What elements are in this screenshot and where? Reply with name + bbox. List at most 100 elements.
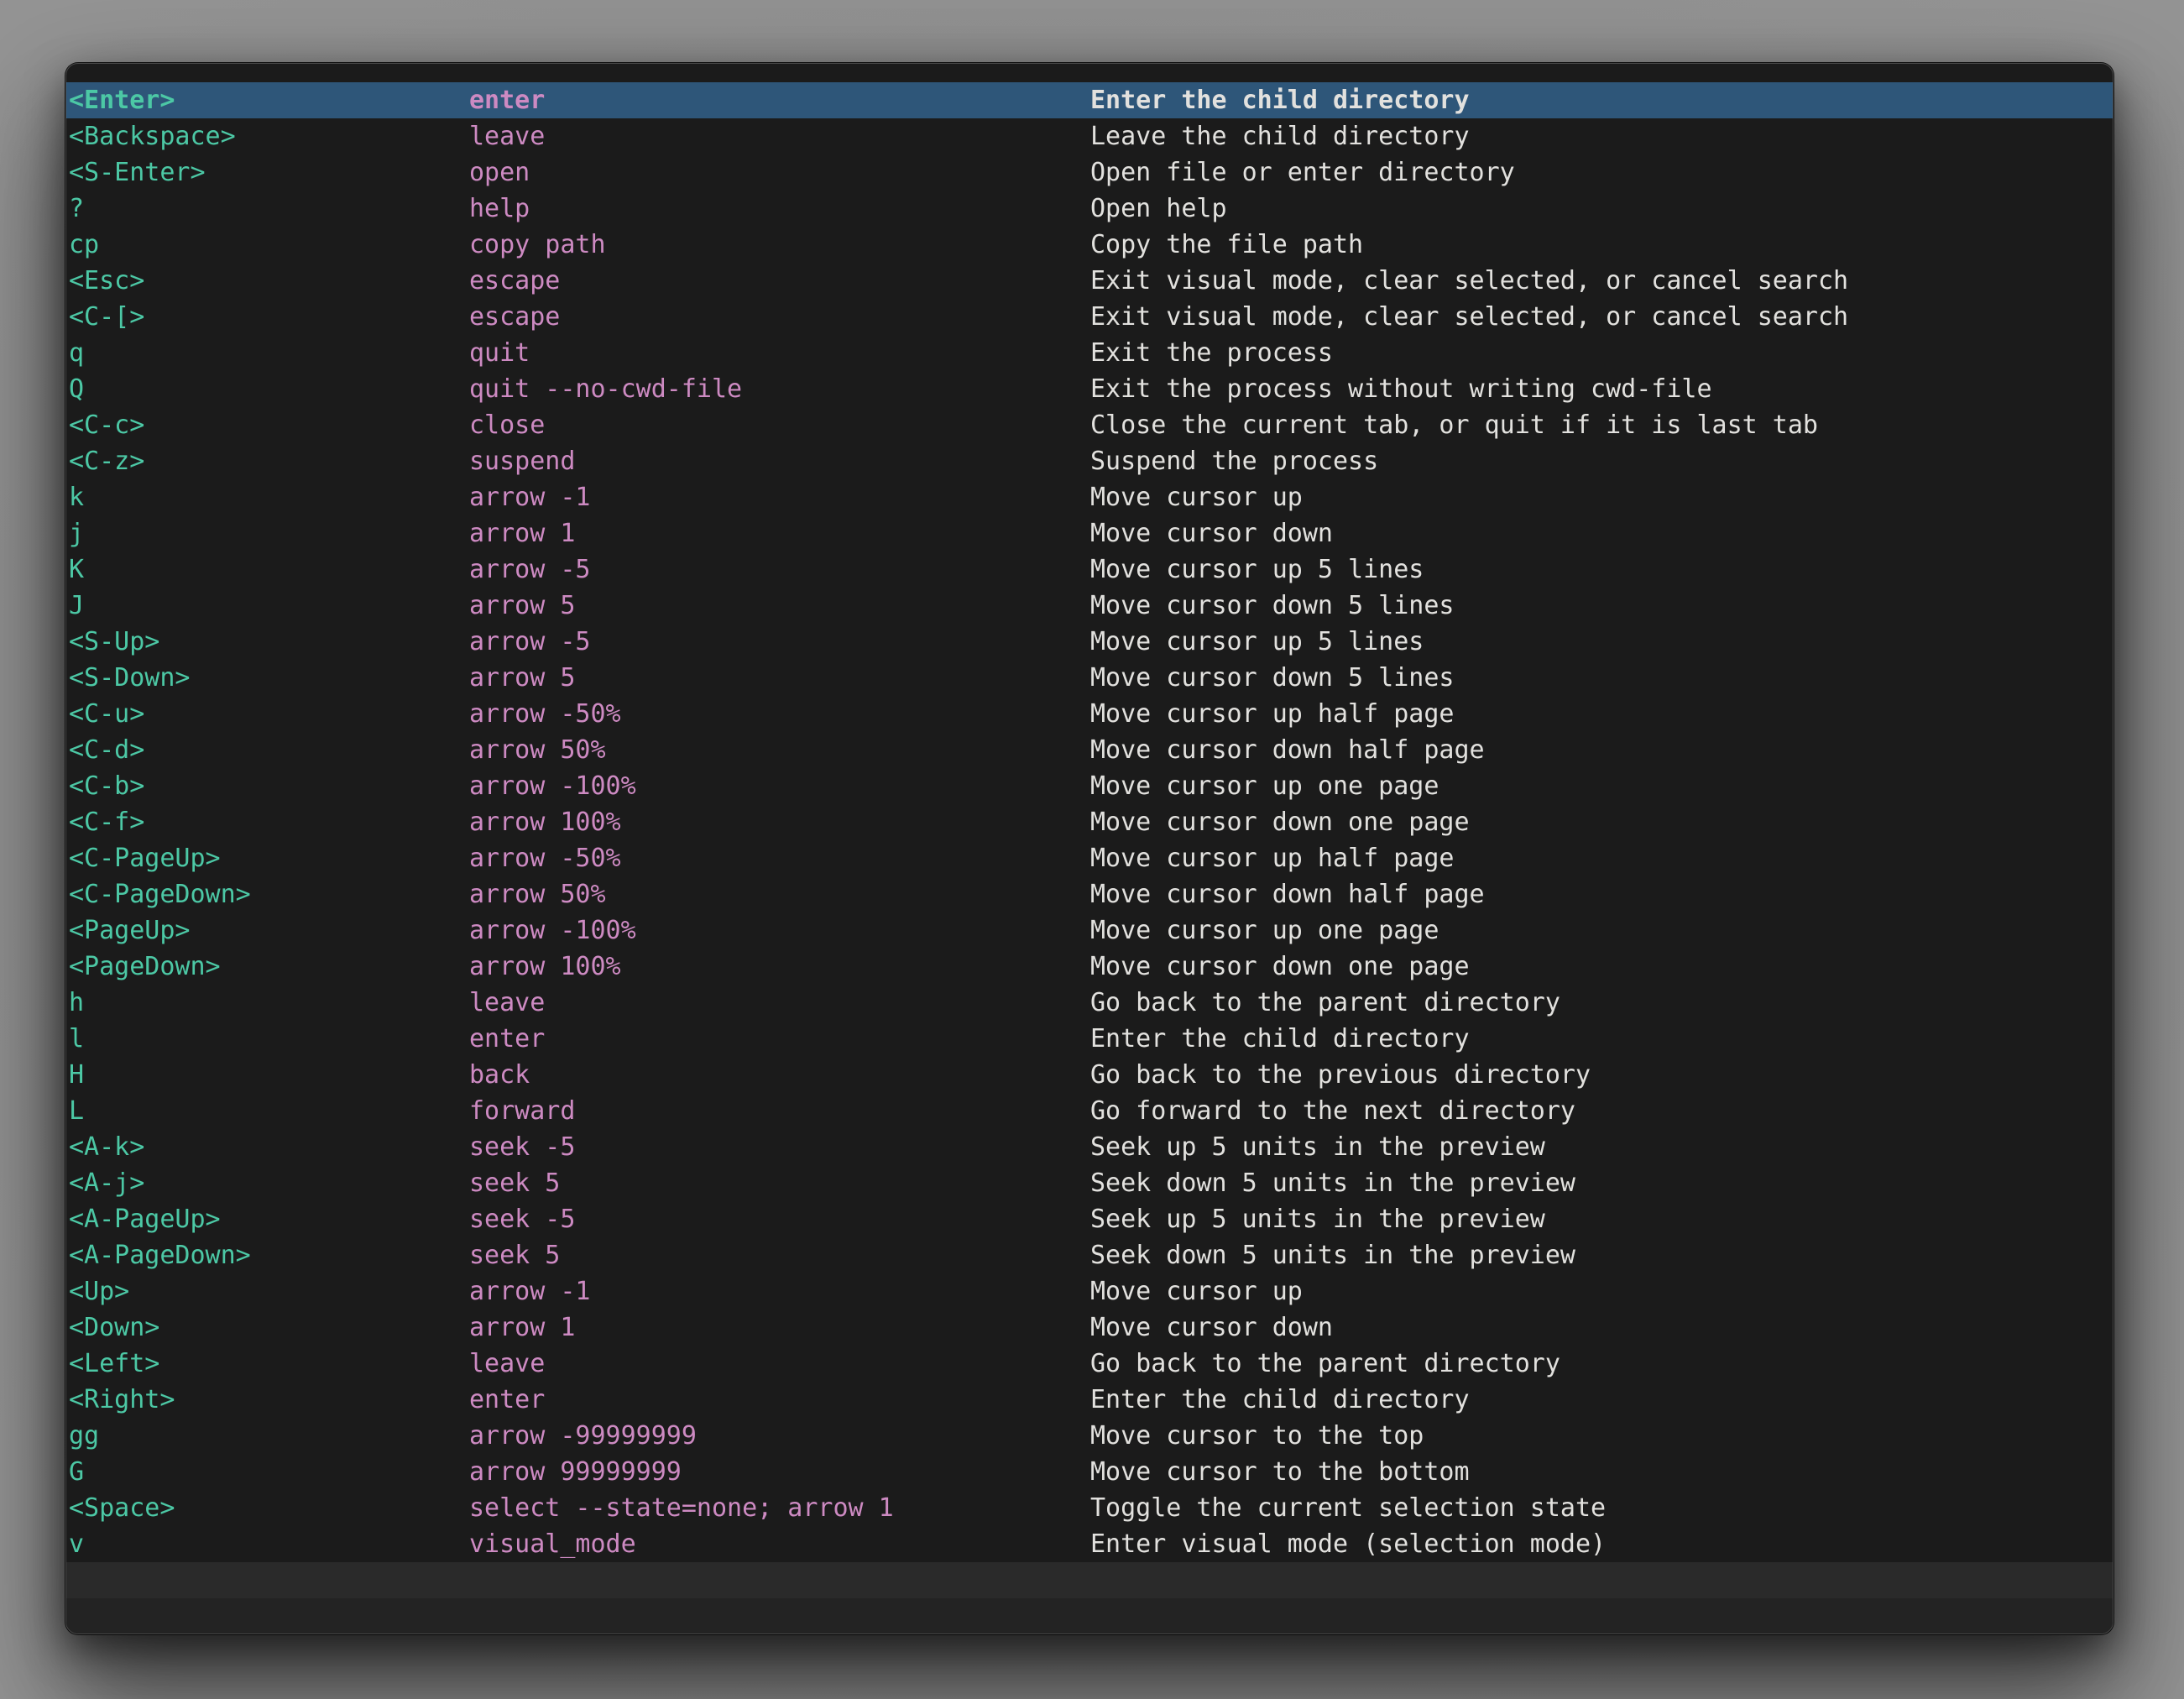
command-cell: enter xyxy=(469,1382,1090,1418)
keybinding-row[interactable]: <S-Up> arrow -5 Move cursor up 5 lines xyxy=(66,624,2113,660)
description-cell: Move cursor up half page xyxy=(1090,696,2109,732)
key-cell: L xyxy=(69,1093,469,1129)
key-cell: <Backspace> xyxy=(69,118,469,154)
keybinding-row[interactable]: k arrow -1 Move cursor up xyxy=(66,479,2113,515)
description-cell: Open file or enter directory xyxy=(1090,154,2109,191)
keybinding-row[interactable]: <Esc> escape Exit visual mode, clear sel… xyxy=(66,263,2113,299)
keybinding-row[interactable]: <Right> enter Enter the child directory xyxy=(66,1382,2113,1418)
window-bottom-padding xyxy=(66,1598,2113,1634)
keybinding-row[interactable]: K arrow -5 Move cursor up 5 lines xyxy=(66,552,2113,588)
keybinding-row[interactable]: <C-[> escape Exit visual mode, clear sel… xyxy=(66,299,2113,335)
keybinding-row[interactable]: <A-PageUp> seek -5 Seek up 5 units in th… xyxy=(66,1201,2113,1237)
keybinding-row[interactable]: J arrow 5 Move cursor down 5 lines xyxy=(66,588,2113,624)
keybinding-row[interactable]: j arrow 1 Move cursor down xyxy=(66,515,2113,552)
keybinding-row[interactable]: q quit Exit the process xyxy=(66,335,2113,371)
key-cell: v xyxy=(69,1526,469,1562)
description-cell: Move cursor down one page xyxy=(1090,949,2109,985)
key-cell: <C-c> xyxy=(69,407,469,443)
key-cell: K xyxy=(69,552,469,588)
description-cell: Seek down 5 units in the preview xyxy=(1090,1237,2109,1273)
keybinding-row[interactable]: <Down> arrow 1 Move cursor down xyxy=(66,1310,2113,1346)
keybinding-row[interactable]: <C-d> arrow 50% Move cursor down half pa… xyxy=(66,732,2113,768)
key-cell: H xyxy=(69,1057,469,1093)
key-cell: <C-[> xyxy=(69,299,469,335)
keybinding-row[interactable]: cp copy path Copy the file path xyxy=(66,227,2113,263)
key-cell: <C-PageUp> xyxy=(69,840,469,876)
keybinding-row[interactable]: <Up> arrow -1 Move cursor up xyxy=(66,1273,2113,1310)
key-cell: <Down> xyxy=(69,1310,469,1346)
keybinding-help-list: <Enter> enter Enter the child directory … xyxy=(66,82,2113,1562)
description-cell: Move cursor down xyxy=(1090,515,2109,552)
keybinding-row[interactable]: <C-z> suspend Suspend the process xyxy=(66,443,2113,479)
description-cell: Go back to the parent directory xyxy=(1090,985,2109,1021)
description-cell: Move cursor to the top xyxy=(1090,1418,2109,1454)
description-cell: Move cursor down 5 lines xyxy=(1090,588,2109,624)
description-cell: Suspend the process xyxy=(1090,443,2109,479)
command-cell: arrow -50% xyxy=(469,696,1090,732)
command-cell: copy path xyxy=(469,227,1090,263)
command-cell: seek 5 xyxy=(469,1237,1090,1273)
command-cell: select --state=none; arrow 1 xyxy=(469,1490,1090,1526)
key-cell: <C-u> xyxy=(69,696,469,732)
keybinding-row[interactable]: <Enter> enter Enter the child directory xyxy=(66,82,2113,118)
keybinding-row[interactable]: <A-j> seek 5 Seek down 5 units in the pr… xyxy=(66,1165,2113,1201)
keybinding-row[interactable]: <S-Enter> open Open file or enter direct… xyxy=(66,154,2113,191)
keybinding-row[interactable]: h leave Go back to the parent directory xyxy=(66,985,2113,1021)
keybinding-row[interactable]: <C-u> arrow -50% Move cursor up half pag… xyxy=(66,696,2113,732)
keybinding-row[interactable]: L forward Go forward to the next directo… xyxy=(66,1093,2113,1129)
keybinding-row[interactable]: H back Go back to the previous directory xyxy=(66,1057,2113,1093)
keybinding-row[interactable]: <S-Down> arrow 5 Move cursor down 5 line… xyxy=(66,660,2113,696)
description-cell: Move cursor up xyxy=(1090,479,2109,515)
key-cell: <Up> xyxy=(69,1273,469,1310)
key-cell: Q xyxy=(69,371,469,407)
description-cell: Exit the process xyxy=(1090,335,2109,371)
command-cell: quit xyxy=(469,335,1090,371)
keybinding-row[interactable]: <C-b> arrow -100% Move cursor up one pag… xyxy=(66,768,2113,804)
keybinding-row[interactable]: ? help Open help xyxy=(66,191,2113,227)
command-cell: arrow 50% xyxy=(469,732,1090,768)
description-cell: Copy the file path xyxy=(1090,227,2109,263)
description-cell: Seek up 5 units in the preview xyxy=(1090,1201,2109,1237)
description-cell: Exit the process without writing cwd-fil… xyxy=(1090,371,2109,407)
key-cell: cp xyxy=(69,227,469,263)
key-cell: <A-j> xyxy=(69,1165,469,1201)
keybinding-row[interactable]: v visual_mode Enter visual mode (selecti… xyxy=(66,1526,2113,1562)
description-cell: Go back to the parent directory xyxy=(1090,1346,2109,1382)
key-cell: l xyxy=(69,1021,469,1057)
command-cell: seek -5 xyxy=(469,1129,1090,1165)
keybinding-row[interactable]: gg arrow -99999999 Move cursor to the to… xyxy=(66,1418,2113,1454)
command-cell: leave xyxy=(469,1346,1090,1382)
keybinding-row[interactable]: Q quit --no-cwd-file Exit the process wi… xyxy=(66,371,2113,407)
description-cell: Move cursor up 5 lines xyxy=(1090,552,2109,588)
key-cell: <Esc> xyxy=(69,263,469,299)
keybinding-row[interactable]: <A-k> seek -5 Seek up 5 units in the pre… xyxy=(66,1129,2113,1165)
command-cell: arrow -5 xyxy=(469,624,1090,660)
keybinding-row[interactable]: G arrow 99999999 Move cursor to the bott… xyxy=(66,1454,2113,1490)
keybinding-row[interactable]: l enter Enter the child directory xyxy=(66,1021,2113,1057)
command-cell: arrow 50% xyxy=(469,876,1090,912)
keybinding-row[interactable]: <PageDown> arrow 100% Move cursor down o… xyxy=(66,949,2113,985)
keybinding-row[interactable]: <Backspace> leave Leave the child direct… xyxy=(66,118,2113,154)
command-cell: arrow 5 xyxy=(469,660,1090,696)
command-cell: forward xyxy=(469,1093,1090,1129)
description-cell: Toggle the current selection state xyxy=(1090,1490,2109,1526)
key-cell: <S-Down> xyxy=(69,660,469,696)
keybinding-row[interactable]: <C-c> close Close the current tab, or qu… xyxy=(66,407,2113,443)
command-cell: quit --no-cwd-file xyxy=(469,371,1090,407)
desktop-background: <Enter> enter Enter the child directory … xyxy=(0,0,2184,1699)
keybinding-row[interactable]: <Left> leave Go back to the parent direc… xyxy=(66,1346,2113,1382)
command-cell: arrow -50% xyxy=(469,840,1090,876)
keybinding-row[interactable]: <A-PageDown> seek 5 Seek down 5 units in… xyxy=(66,1237,2113,1273)
key-cell: j xyxy=(69,515,469,552)
keybinding-row[interactable]: <Space> select --state=none; arrow 1 Tog… xyxy=(66,1490,2113,1526)
command-cell: arrow 5 xyxy=(469,588,1090,624)
keybinding-row[interactable]: <C-PageDown> arrow 50% Move cursor down … xyxy=(66,876,2113,912)
command-cell: close xyxy=(469,407,1090,443)
keybinding-row[interactable]: <C-f> arrow 100% Move cursor down one pa… xyxy=(66,804,2113,840)
key-cell: <Space> xyxy=(69,1490,469,1526)
keybinding-row[interactable]: <PageUp> arrow -100% Move cursor up one … xyxy=(66,912,2113,949)
keybinding-row[interactable]: <C-PageUp> arrow -50% Move cursor up hal… xyxy=(66,840,2113,876)
key-cell: <Enter> xyxy=(69,82,469,118)
description-cell: Move cursor down half page xyxy=(1090,732,2109,768)
description-cell: Move cursor up 5 lines xyxy=(1090,624,2109,660)
